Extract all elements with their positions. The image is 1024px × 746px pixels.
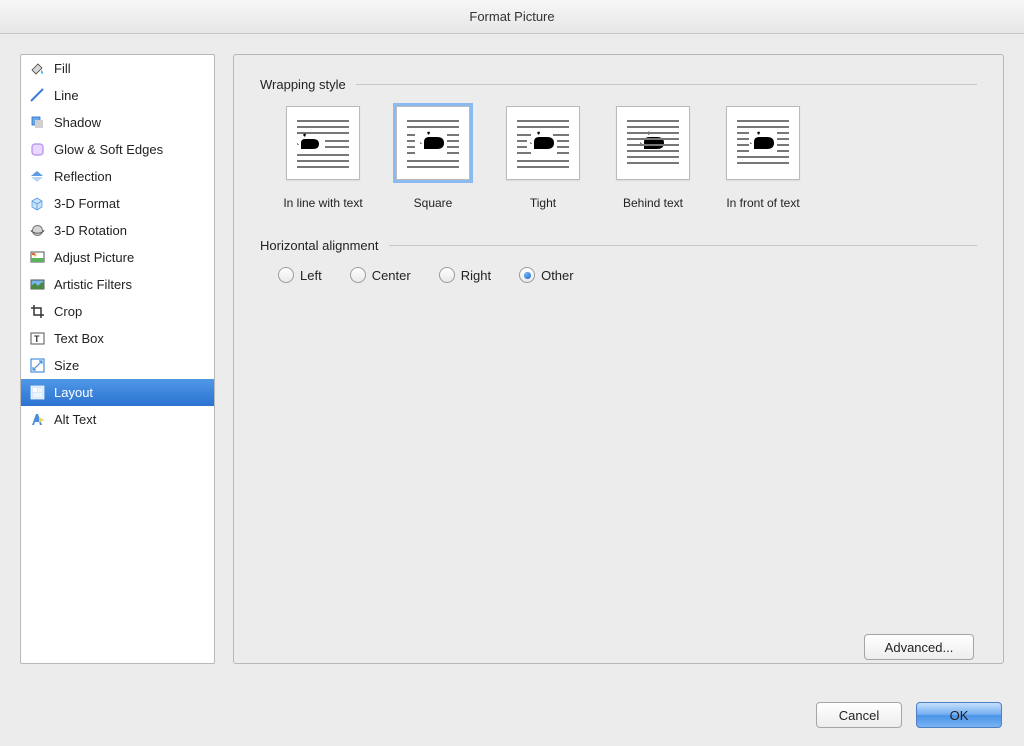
ok-button[interactable]: OK [916, 702, 1002, 728]
sidebar-item-shadow[interactable]: Shadow [21, 109, 214, 136]
sidebar-item-layout[interactable]: Layout [21, 379, 214, 406]
halign-label-text: Horizontal alignment [260, 238, 379, 253]
sidebar-item-label: Crop [54, 304, 82, 319]
alt-text-icon [29, 411, 46, 428]
radio-label: Center [372, 268, 411, 283]
wrap-option-label: Behind text [608, 196, 698, 210]
sidebar-item-label: Alt Text [54, 412, 96, 427]
dialog-button-row: Cancel OK [816, 702, 1002, 728]
sidebar-item-label: Reflection [54, 169, 112, 184]
wrap-option-front[interactable]: In front of text [718, 106, 808, 210]
crop-icon [29, 303, 46, 320]
text-box-icon: T [29, 330, 46, 347]
sidebar-item-adjust-picture[interactable]: Adjust Picture [21, 244, 214, 271]
window-title: Format Picture [0, 0, 1024, 34]
sidebar-item-3d-format[interactable]: 3-D Format [21, 190, 214, 217]
sidebar-item-glow[interactable]: Glow & Soft Edges [21, 136, 214, 163]
radio-button-icon [278, 267, 294, 283]
radio-left[interactable]: Left [278, 267, 322, 283]
sidebar-item-label: 3-D Format [54, 196, 120, 211]
sidebar-item-reflection[interactable]: Reflection [21, 163, 214, 190]
sidebar-item-text-box[interactable]: T Text Box [21, 325, 214, 352]
wrapping-section-label: Wrapping style [260, 77, 977, 92]
dialog-content: Fill Line Shadow Glow & Soft Edges Refle… [0, 34, 1024, 684]
advanced-button-wrap: Advanced... [864, 634, 974, 660]
wrap-option-tight[interactable]: Tight [498, 106, 588, 210]
wrap-option-inline[interactable]: In line with text [278, 106, 368, 210]
wrap-option-behind[interactable]: Behind text [608, 106, 698, 210]
line-icon [29, 87, 46, 104]
rotation-icon [29, 222, 46, 239]
wrap-option-label: Square [388, 196, 478, 210]
wrapping-label-text: Wrapping style [260, 77, 346, 92]
wrap-option-label: In front of text [718, 196, 808, 210]
radio-label: Right [461, 268, 491, 283]
divider [389, 245, 977, 246]
sidebar-item-alt-text[interactable]: Alt Text [21, 406, 214, 433]
wrap-option-label: Tight [498, 196, 588, 210]
radio-label: Left [300, 268, 322, 283]
layout-icon [29, 384, 46, 401]
sidebar-item-label: Artistic Filters [54, 277, 132, 292]
sidebar-item-label: Size [54, 358, 79, 373]
sidebar-item-fill[interactable]: Fill [21, 55, 214, 82]
paint-bucket-icon [29, 60, 46, 77]
reflection-icon [29, 168, 46, 185]
sidebar-item-label: Layout [54, 385, 93, 400]
halign-section-label: Horizontal alignment [260, 238, 977, 253]
main-panel: Wrapping style In line with text [233, 54, 1004, 664]
sidebar-item-size[interactable]: Size [21, 352, 214, 379]
wrap-thumb-inline [286, 106, 360, 180]
wrap-option-square[interactable]: Square [388, 106, 478, 210]
wrap-option-label: In line with text [278, 196, 368, 210]
sidebar-item-artistic-filters[interactable]: Artistic Filters [21, 271, 214, 298]
radio-button-icon [439, 267, 455, 283]
sidebar-item-label: Glow & Soft Edges [54, 142, 163, 157]
glow-icon [29, 141, 46, 158]
artistic-filters-icon [29, 276, 46, 293]
sidebar-item-line[interactable]: Line [21, 82, 214, 109]
cancel-button[interactable]: Cancel [816, 702, 902, 728]
size-icon [29, 357, 46, 374]
wrapping-options-row: In line with text Square [278, 106, 977, 210]
divider [356, 84, 977, 85]
wrap-thumb-tight [506, 106, 580, 180]
wrap-thumb-behind [616, 106, 690, 180]
shadow-icon [29, 114, 46, 131]
wrap-thumb-front [726, 106, 800, 180]
radio-button-icon [519, 267, 535, 283]
radio-other[interactable]: Other [519, 267, 574, 283]
sidebar-item-crop[interactable]: Crop [21, 298, 214, 325]
wrap-thumb-square [396, 106, 470, 180]
radio-label: Other [541, 268, 574, 283]
sidebar-item-label: Shadow [54, 115, 101, 130]
radio-right[interactable]: Right [439, 267, 491, 283]
halign-radio-row: Left Center Right Other [278, 267, 977, 283]
sidebar-item-label: 3-D Rotation [54, 223, 127, 238]
svg-text:T: T [34, 334, 40, 344]
advanced-button[interactable]: Advanced... [864, 634, 974, 660]
sidebar-item-label: Fill [54, 61, 71, 76]
sidebar-item-label: Line [54, 88, 79, 103]
adjust-picture-icon [29, 249, 46, 266]
category-sidebar: Fill Line Shadow Glow & Soft Edges Refle… [20, 54, 215, 664]
sidebar-item-3d-rotation[interactable]: 3-D Rotation [21, 217, 214, 244]
cube-icon [29, 195, 46, 212]
radio-button-icon [350, 267, 366, 283]
sidebar-item-label: Text Box [54, 331, 104, 346]
sidebar-item-label: Adjust Picture [54, 250, 134, 265]
radio-center[interactable]: Center [350, 267, 411, 283]
